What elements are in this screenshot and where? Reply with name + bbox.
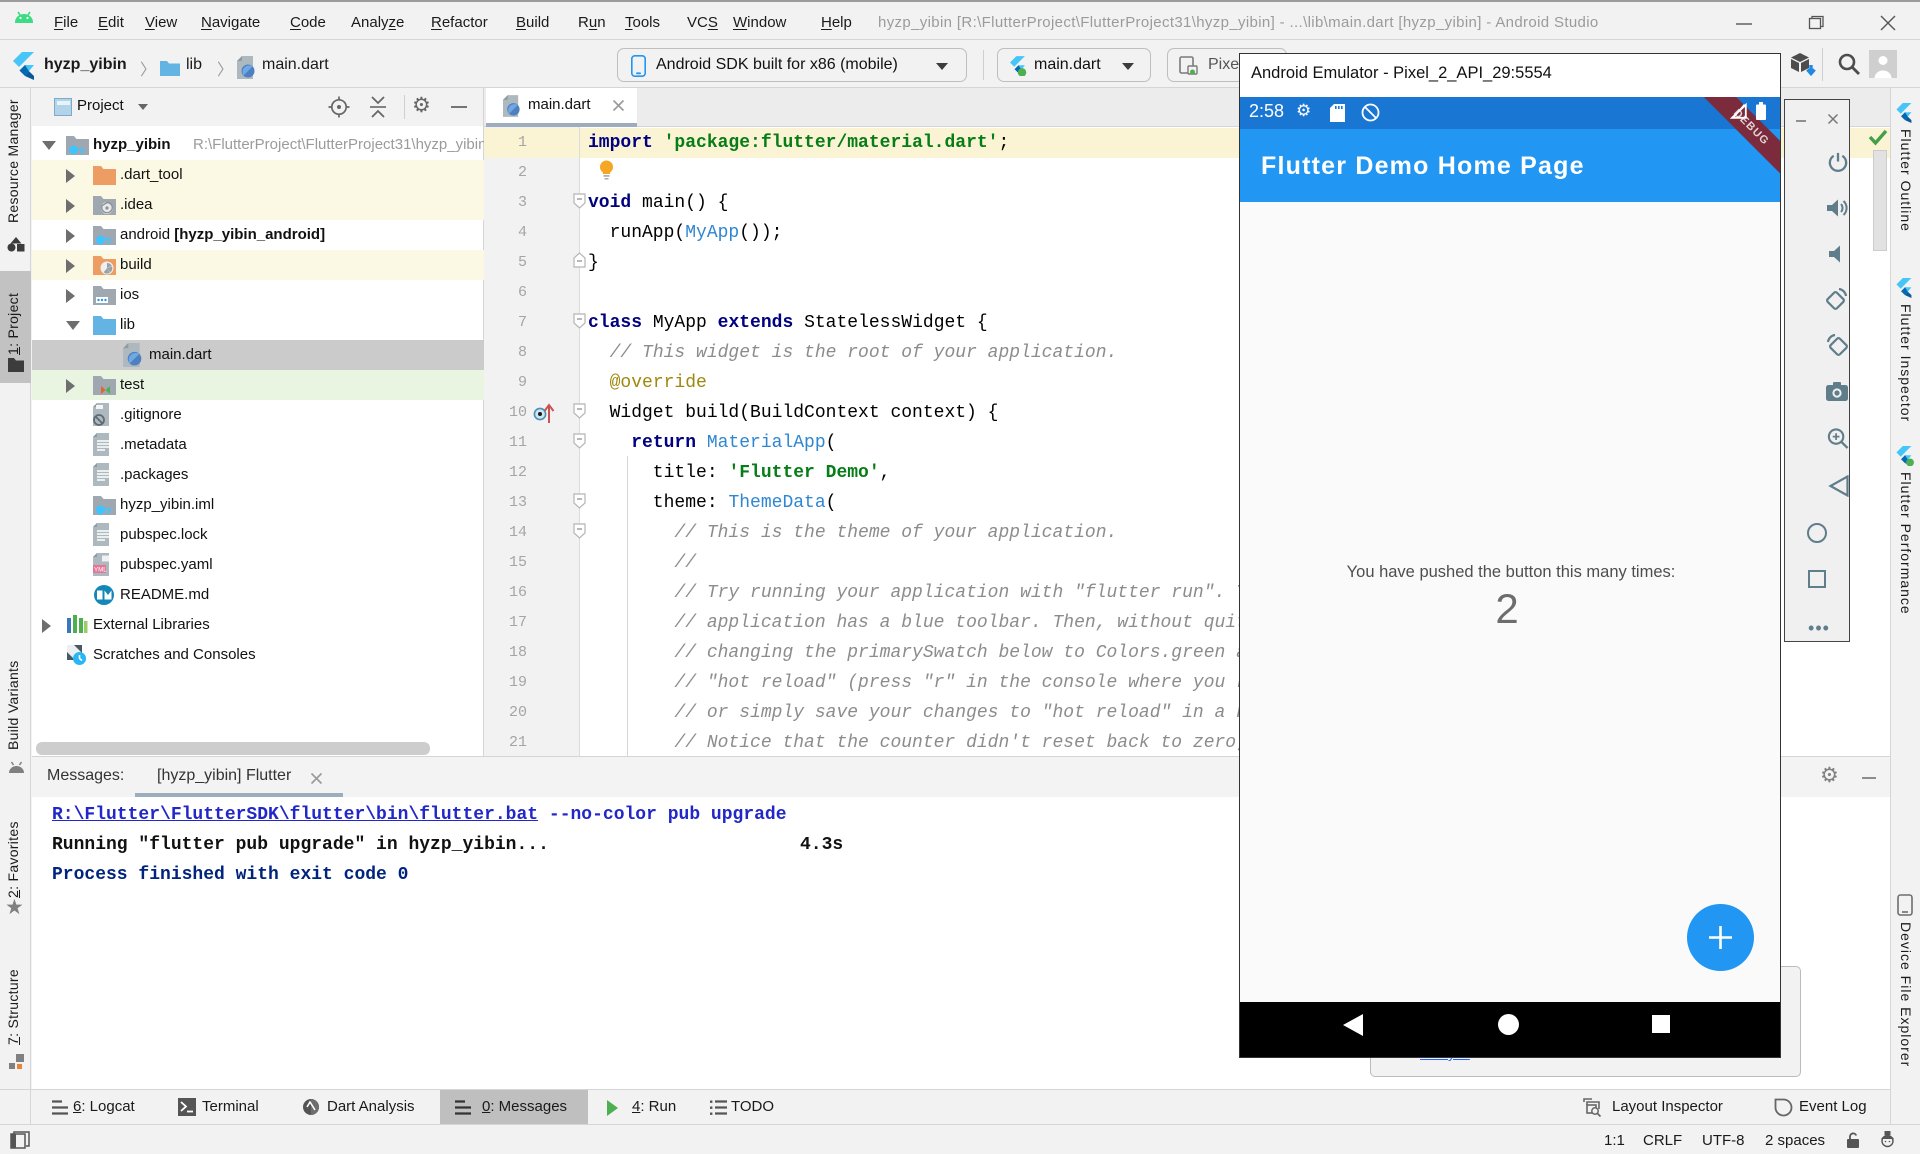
svg-text:YML: YML <box>94 567 107 574</box>
